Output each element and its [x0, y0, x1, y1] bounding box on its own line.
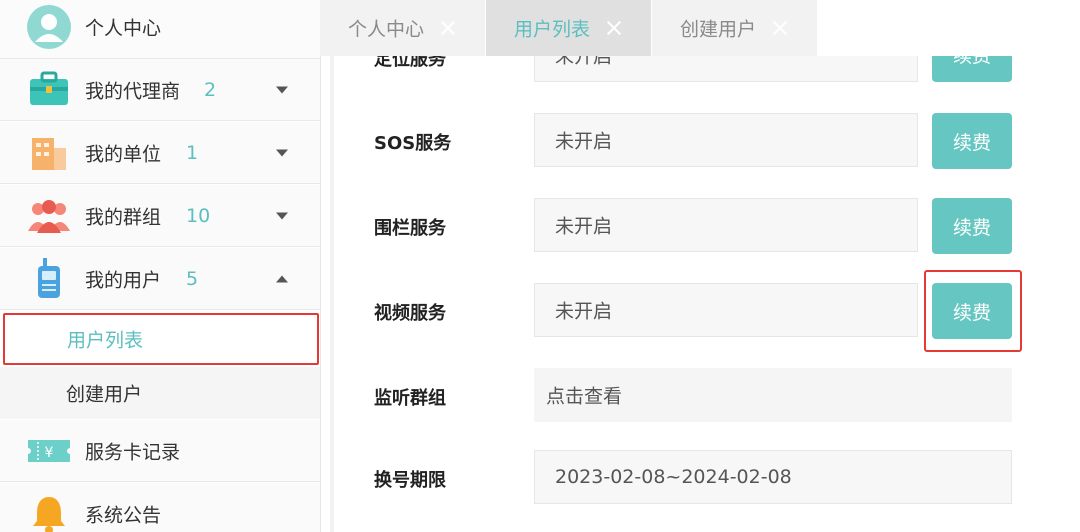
chevron-up-icon[interactable] [276, 275, 288, 282]
group-count: 10 [186, 204, 211, 227]
agent-count: 2 [204, 78, 217, 101]
tab-label: 个人中心 [348, 18, 425, 41]
group-icon [28, 199, 70, 233]
sidebar-item-label: 我的用户 [85, 269, 162, 291]
sos-renew-button[interactable]: 续费 [932, 113, 1012, 169]
sidebar-item-units[interactable]: 我的单位 1 [0, 122, 320, 184]
close-icon[interactable] [438, 18, 458, 38]
sidebar-item-label: 我的代理商 [85, 80, 181, 102]
highlight-box [924, 270, 1022, 352]
monitor-group-label: 监听群组 [374, 388, 446, 409]
tab-create-user[interactable]: 创建用户 [652, 0, 818, 56]
bell-icon [33, 496, 65, 532]
field-value: 2023-02-08~2024-02-08 [555, 466, 792, 488]
sos-service-field: 未开启 [534, 113, 918, 167]
field-value: 点击查看 [546, 385, 623, 408]
number-period-label: 换号期限 [374, 470, 446, 491]
tab-bar: 个人中心 用户列表 创建用户 [320, 0, 1080, 56]
card-icon: ¥ [28, 439, 70, 462]
tab-user-list[interactable]: 用户列表 [486, 0, 652, 56]
sidebar-item-service-card[interactable]: ¥ 服务卡记录 [0, 420, 320, 482]
svg-text:¥: ¥ [45, 445, 54, 461]
avatar-icon [27, 4, 71, 49]
close-icon[interactable] [604, 18, 624, 38]
walkie-talkie-icon [38, 257, 60, 298]
sidebar-item-agents[interactable]: 我的代理商 2 [0, 59, 320, 121]
user-detail-panel: 定位服务 未开启 续费 SOS服务 未开启 续费 围栏服务 未开启 续费 视频服… [334, 56, 1080, 532]
field-value: 未开启 [555, 215, 613, 238]
sidebar-subitem-label: 用户列表 [67, 329, 144, 352]
sidebar-item-groups[interactable]: 我的群组 10 [0, 185, 320, 247]
location-service-field: 未开启 [534, 56, 918, 82]
briefcase-icon [30, 71, 68, 105]
sidebar-subitem-user-list[interactable]: 用户列表 [3, 313, 319, 365]
user-count: 5 [186, 267, 199, 290]
sidebar-item-label: 我的单位 [85, 143, 162, 165]
tab-profile[interactable]: 个人中心 [320, 0, 486, 56]
sidebar-item-label: 个人中心 [85, 17, 162, 39]
sidebar-item-label: 服务卡记录 [85, 441, 181, 463]
fence-renew-button[interactable]: 续费 [932, 198, 1012, 254]
sidebar-item-profile[interactable]: 个人中心 [0, 0, 320, 59]
field-value: 未开启 [555, 56, 613, 68]
monitor-group-link[interactable]: 点击查看 [534, 368, 1012, 422]
fence-service-field: 未开启 [534, 198, 918, 252]
number-period-field: 2023-02-08~2024-02-08 [534, 450, 1012, 504]
location-renew-button[interactable]: 续费 [932, 56, 1012, 82]
chevron-down-icon[interactable] [276, 149, 288, 156]
sidebar-item-label: 我的群组 [85, 206, 162, 228]
video-service-field: 未开启 [534, 283, 918, 337]
location-service-label: 定位服务 [374, 56, 446, 70]
tab-label: 用户列表 [514, 18, 591, 41]
building-icon [32, 137, 66, 170]
sidebar-item-announcement[interactable]: 系统公告 [0, 483, 320, 532]
sidebar: 个人中心 我的代理商 2 我的单位 1 我的群组 10 我的用户 5 用户列表 … [0, 0, 321, 532]
chevron-down-icon[interactable] [276, 212, 288, 219]
main-content: 定位服务 未开启 续费 SOS服务 未开启 续费 围栏服务 未开启 续费 视频服… [330, 56, 1080, 532]
sidebar-item-label: 系统公告 [85, 504, 162, 526]
sidebar-subitem-create-user[interactable]: 创建用户 [0, 367, 320, 419]
video-service-label: 视频服务 [374, 303, 446, 324]
field-value: 未开启 [555, 130, 613, 153]
tab-label: 创建用户 [680, 18, 757, 41]
fence-service-label: 围栏服务 [374, 218, 446, 239]
unit-count: 1 [186, 141, 199, 164]
close-icon[interactable] [770, 18, 790, 38]
sidebar-subitem-label: 创建用户 [66, 383, 143, 406]
chevron-down-icon[interactable] [276, 86, 288, 93]
sidebar-item-users[interactable]: 我的用户 5 [0, 248, 320, 310]
field-value: 未开启 [555, 300, 613, 323]
sos-service-label: SOS服务 [374, 133, 452, 154]
